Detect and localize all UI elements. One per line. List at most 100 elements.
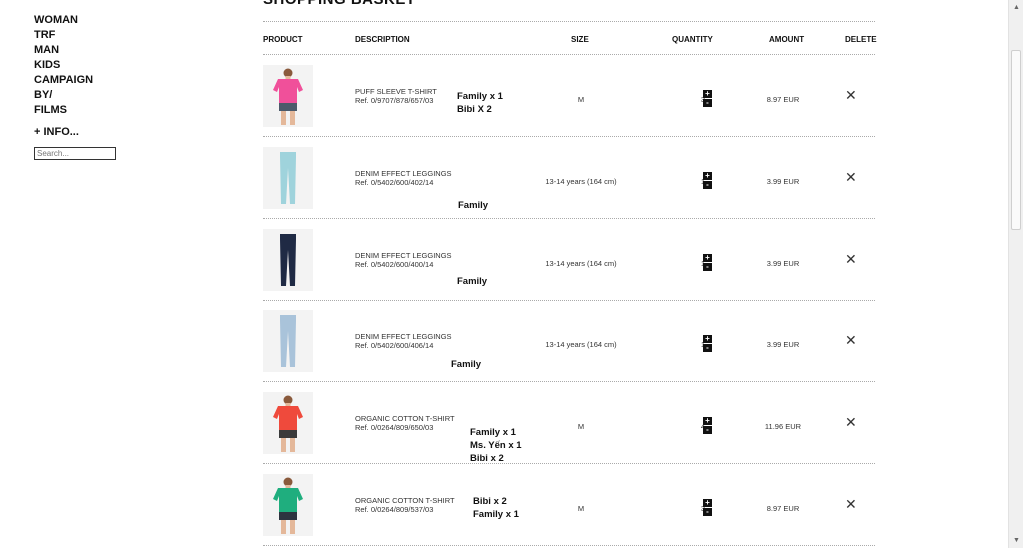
nav-item-by[interactable]: BY/ bbox=[34, 88, 154, 103]
header-delete: DELETE bbox=[845, 35, 877, 44]
line-amount: 3.99 EUR bbox=[766, 259, 800, 268]
product-ref: Ref. 0/5402/600/406/14 bbox=[355, 341, 434, 350]
product-size: 13-14 years (164 cm) bbox=[545, 340, 617, 349]
delete-item-icon[interactable]: ✕ bbox=[845, 169, 857, 186]
product-photo-icon bbox=[280, 315, 296, 367]
nav-item-films[interactable]: FILMS bbox=[34, 103, 154, 118]
main-nav: WOMAN TRF MAN KIDS CAMPAIGN BY/FILMS bbox=[34, 13, 154, 118]
decrease-quantity-button[interactable]: - bbox=[703, 426, 712, 434]
decrease-quantity-button[interactable]: - bbox=[703, 344, 712, 352]
page-title: SHOPPING BASKET bbox=[263, 0, 416, 8]
product-description: ORGANIC COTTON T-SHIRT Ref. 0/0264/809/53… bbox=[355, 496, 455, 514]
table-header: PRODUCT DESCRIPTION SIZE QUANTITY AMOUNT… bbox=[263, 35, 878, 45]
product-name[interactable]: ORGANIC COTTON T-SHIRT bbox=[355, 414, 455, 423]
increase-quantity-button[interactable]: + bbox=[703, 172, 712, 180]
header-size: SIZE bbox=[571, 35, 589, 44]
product-photo-icon bbox=[280, 152, 296, 204]
quantity-value: 3 bbox=[685, 95, 705, 104]
header-description: DESCRIPTION bbox=[355, 35, 410, 44]
product-name[interactable]: DENIM EFFECT LEGGINGS bbox=[355, 251, 452, 260]
delete-item-icon[interactable]: ✕ bbox=[845, 332, 857, 349]
table-row: ORGANIC COTTON T-SHIRT Ref. 0/0264/809/53… bbox=[263, 464, 878, 546]
vertical-scrollbar[interactable]: ▲ ▼ bbox=[1008, 0, 1023, 548]
order-note-line: Family x 1 bbox=[473, 509, 519, 520]
quantity-value: 1 bbox=[685, 259, 705, 268]
nav-item-woman[interactable]: WOMAN bbox=[34, 13, 154, 28]
quantity-value: 1 bbox=[685, 177, 705, 186]
product-photo-icon bbox=[273, 68, 303, 125]
product-thumbnail[interactable] bbox=[263, 65, 313, 127]
product-name[interactable]: ORGANIC COTTON T-SHIRT bbox=[355, 496, 455, 505]
increase-quantity-button[interactable]: + bbox=[703, 90, 712, 98]
search-input[interactable] bbox=[34, 147, 116, 160]
product-name[interactable]: DENIM EFFECT LEGGINGS bbox=[355, 169, 452, 178]
order-note-line: Ms. Yến x 1 bbox=[470, 440, 522, 451]
product-size: M bbox=[577, 504, 585, 513]
product-ref: Ref. 0/9707/878/657/03 bbox=[355, 96, 434, 105]
product-size: 13-14 years (164 cm) bbox=[545, 177, 617, 186]
delete-item-icon[interactable]: ✕ bbox=[845, 414, 857, 431]
quantity-value: 1 bbox=[685, 340, 705, 349]
product-thumbnail[interactable] bbox=[263, 310, 313, 372]
product-description: ORGANIC COTTON T-SHIRT Ref. 0/0264/809/65… bbox=[355, 414, 455, 432]
product-thumbnail[interactable] bbox=[263, 147, 313, 209]
header-quantity: QUANTITY bbox=[672, 35, 713, 44]
nav-item-man[interactable]: MAN bbox=[34, 43, 154, 58]
increase-quantity-button[interactable]: + bbox=[703, 499, 712, 507]
nav-item-campaign[interactable]: CAMPAIGN bbox=[34, 73, 154, 88]
table-row: DENIM EFFECT LEGGINGS Ref. 0/5402/600/406… bbox=[263, 300, 878, 382]
quantity-stepper: + - bbox=[703, 499, 712, 517]
product-size: 13-14 years (164 cm) bbox=[545, 259, 617, 268]
divider bbox=[263, 21, 875, 22]
line-amount: 8.97 EUR bbox=[766, 95, 800, 104]
product-thumbnail[interactable] bbox=[263, 229, 313, 291]
delete-item-icon[interactable]: ✕ bbox=[845, 496, 857, 513]
decrease-quantity-button[interactable]: - bbox=[703, 263, 712, 271]
scroll-up-arrow-icon[interactable]: ▲ bbox=[1009, 0, 1023, 15]
line-amount: 3.99 EUR bbox=[766, 340, 800, 349]
product-thumbnail[interactable] bbox=[263, 392, 313, 454]
quantity-stepper: + - bbox=[703, 254, 712, 272]
product-description: DENIM EFFECT LEGGINGS Ref. 0/5402/600/400… bbox=[355, 251, 452, 269]
product-photo-icon bbox=[273, 395, 303, 452]
table-row: PUFF SLEEVE T-SHIRT Ref. 0/9707/878/657/0… bbox=[263, 55, 878, 137]
product-size: M bbox=[577, 422, 585, 431]
handwritten-note: Bibi x 2 Family x 1 bbox=[473, 495, 519, 521]
decrease-quantity-button[interactable]: - bbox=[703, 508, 712, 516]
quantity-value: 4 bbox=[685, 422, 705, 431]
quantity-value: 3 bbox=[685, 504, 705, 513]
order-note-line: Bibi x 2 bbox=[473, 496, 507, 507]
header-product: PRODUCT bbox=[263, 35, 303, 44]
product-ref: Ref. 0/0264/809/650/03 bbox=[355, 423, 434, 432]
nav-item-kids[interactable]: KIDS bbox=[34, 58, 154, 73]
quantity-stepper: + - bbox=[703, 335, 712, 353]
increase-quantity-button[interactable]: + bbox=[703, 417, 712, 425]
quantity-stepper: + - bbox=[703, 417, 712, 435]
order-note-line: Family bbox=[458, 200, 489, 211]
order-note-line: Family bbox=[451, 359, 482, 370]
header-amount: AMOUNT bbox=[769, 35, 805, 44]
product-size: M bbox=[577, 95, 585, 104]
product-name[interactable]: DENIM EFFECT LEGGINGS bbox=[355, 332, 452, 341]
decrease-quantity-button[interactable]: - bbox=[703, 181, 712, 189]
delete-item-icon[interactable]: ✕ bbox=[845, 87, 857, 104]
order-note-line: Bibi X 2 bbox=[457, 104, 492, 115]
order-note-line: Family x 1 bbox=[457, 91, 503, 102]
quantity-stepper: + - bbox=[703, 172, 712, 190]
quantity-stepper: + - bbox=[703, 90, 712, 108]
handwritten-note: Family bbox=[458, 199, 488, 212]
product-thumbnail[interactable] bbox=[263, 474, 313, 536]
scroll-down-arrow-icon[interactable]: ▼ bbox=[1009, 533, 1023, 548]
product-ref: Ref. 0/0264/809/537/03 bbox=[355, 505, 434, 514]
line-amount: 11.96 EUR bbox=[764, 422, 802, 431]
product-ref: Ref. 0/5402/600/402/14 bbox=[355, 178, 434, 187]
handwritten-note: Family bbox=[451, 358, 481, 371]
delete-item-icon[interactable]: ✕ bbox=[845, 251, 857, 268]
nav-item-trf[interactable]: TRF bbox=[34, 28, 154, 43]
product-name[interactable]: PUFF SLEEVE T-SHIRT bbox=[355, 87, 437, 96]
scrollbar-thumb[interactable] bbox=[1011, 50, 1021, 230]
more-info-link[interactable]: + INFO... bbox=[34, 126, 154, 138]
increase-quantity-button[interactable]: + bbox=[703, 254, 712, 262]
decrease-quantity-button[interactable]: - bbox=[703, 99, 712, 107]
increase-quantity-button[interactable]: + bbox=[703, 335, 712, 343]
